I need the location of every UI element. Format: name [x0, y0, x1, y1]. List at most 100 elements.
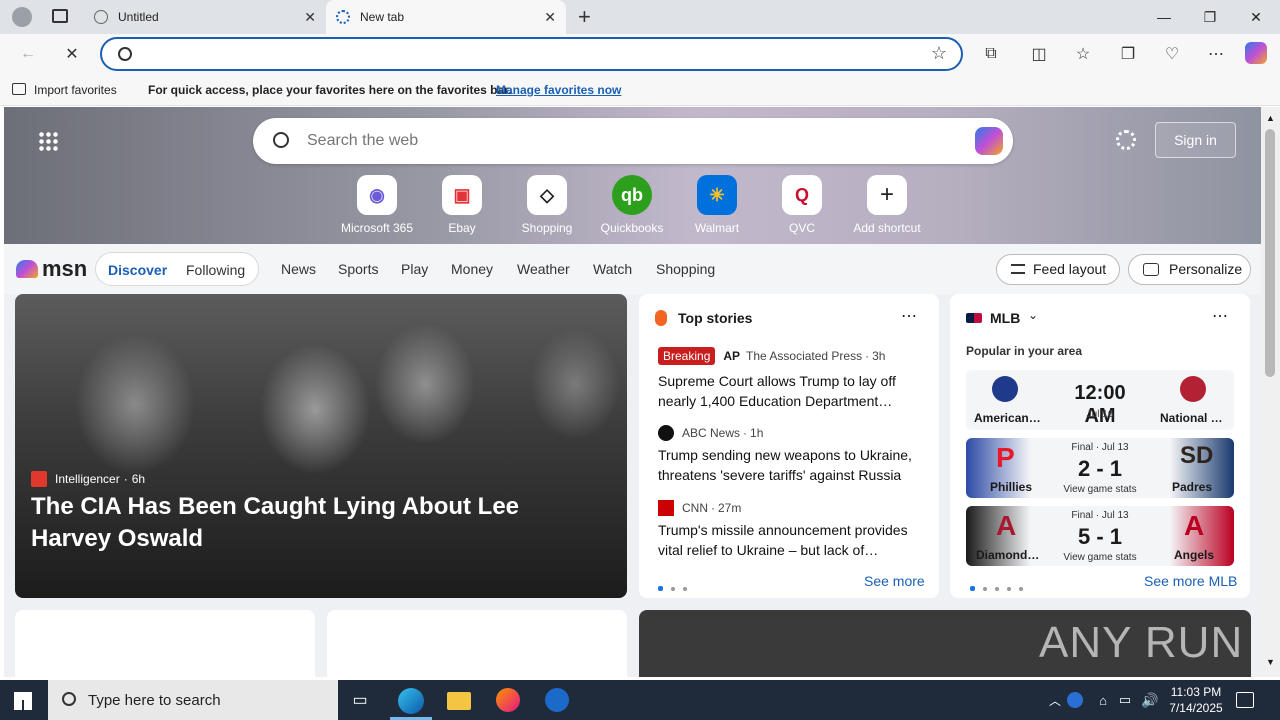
game-row[interactable]: American… 12:00 AM Jul 16 National …: [966, 370, 1234, 430]
edge-icon[interactable]: [398, 688, 424, 714]
file-explorer-icon[interactable]: [447, 692, 471, 710]
shortcut-ebay[interactable]: ▣ Ebay: [422, 175, 502, 235]
sign-in-button[interactable]: Sign in: [1155, 122, 1236, 158]
carousel-dots[interactable]: [970, 579, 1031, 594]
story-3[interactable]: CNN · 27m Trump's missile announcement p…: [658, 500, 923, 560]
profile-icon[interactable]: [12, 7, 32, 27]
scroll-up-icon[interactable]: ▲: [1266, 113, 1275, 123]
chevron-down-icon[interactable]: ⌄: [1028, 308, 1038, 322]
abc-news-icon: [658, 425, 674, 441]
extensions-icon[interactable]: ⧉: [979, 42, 1003, 66]
game-row[interactable]: P Phillies Final · Jul 13 2 - 1 View gam…: [966, 438, 1234, 498]
split-screen-icon[interactable]: ◫: [1027, 42, 1051, 66]
close-icon[interactable]: ✕: [304, 9, 316, 26]
view-game-stats-link[interactable]: View game stats: [1054, 552, 1146, 563]
feed-card[interactable]: [15, 610, 315, 677]
stop-icon[interactable]: ✕: [60, 42, 84, 66]
minimize-button[interactable]: —: [1141, 0, 1187, 34]
collections-icon[interactable]: ❐: [1116, 42, 1140, 66]
nav-sports[interactable]: Sports: [338, 261, 378, 277]
view-game-stats-link[interactable]: View game stats: [1054, 484, 1146, 495]
shortcut-walmart[interactable]: ✳ Walmart: [677, 175, 757, 235]
import-favorites-button[interactable]: Import favorites: [34, 83, 117, 97]
top-stories-title[interactable]: Top stories: [678, 310, 752, 326]
network-icon[interactable]: ▭: [1113, 688, 1137, 712]
copilot-icon[interactable]: [975, 127, 1003, 155]
game-row[interactable]: A Diamond… Final · Jul 13 5 - 1 View gam…: [966, 506, 1234, 566]
shortcut-quickbooks[interactable]: qb Quickbooks: [592, 175, 672, 235]
chevron-up-icon[interactable]: ︿: [1043, 688, 1067, 712]
shortcut-add[interactable]: + Add shortcut: [847, 175, 927, 235]
see-more-link[interactable]: See more: [864, 573, 925, 589]
address-bar[interactable]: ☆: [100, 37, 963, 71]
taskbar-search[interactable]: Type here to search: [48, 680, 338, 720]
feed-card[interactable]: ANY RUN: [639, 610, 1251, 677]
more-options-icon[interactable]: ⋯: [901, 306, 917, 326]
app-icon[interactable]: [545, 688, 569, 712]
title-bar: Untitled ✕ New tab ✕ + — ❐ ✕: [0, 0, 1280, 34]
story-2[interactable]: ABC News · 1h Trump sending new weapons …: [658, 425, 923, 485]
carousel-dots[interactable]: [658, 579, 695, 594]
notifications-icon[interactable]: [1236, 692, 1254, 708]
performance-icon[interactable]: ♡: [1160, 42, 1184, 66]
tab-untitled[interactable]: Untitled ✕: [84, 0, 326, 34]
address-input[interactable]: [142, 45, 922, 65]
feed-layout-button[interactable]: Feed layout: [996, 254, 1120, 285]
nav-weather[interactable]: Weather: [517, 261, 570, 277]
manage-favorites-link[interactable]: Manage favorites now: [496, 83, 621, 97]
team-name: Padres: [1172, 480, 1213, 494]
shortcut-qvc[interactable]: Q QVC: [762, 175, 842, 235]
apps-grid-icon[interactable]: [38, 131, 58, 151]
more-icon[interactable]: ⋯: [1204, 42, 1228, 66]
search-box[interactable]: [253, 118, 1013, 164]
search-input[interactable]: [307, 131, 907, 151]
settings-gear-icon[interactable]: [1116, 130, 1136, 150]
copilot-icon[interactable]: [1245, 42, 1267, 64]
nav-shopping[interactable]: Shopping: [656, 261, 715, 277]
nav-news[interactable]: News: [281, 261, 316, 277]
scroll-thumb[interactable]: [1265, 129, 1275, 377]
butterfly-icon: [16, 260, 38, 278]
star-icon[interactable]: ☆: [931, 43, 947, 64]
new-tab-button[interactable]: +: [578, 4, 591, 30]
close-window-button[interactable]: ✕: [1233, 0, 1279, 34]
team-name: Diamond…: [976, 548, 1040, 562]
msn-logo[interactable]: msn: [16, 256, 87, 282]
nav-money[interactable]: Money: [451, 261, 493, 277]
more-options-icon[interactable]: ⋯: [1212, 306, 1228, 326]
tab-following[interactable]: Following: [186, 262, 245, 278]
msn-nav-bar: msn Discover Following News Sports Play …: [4, 244, 1261, 294]
nav-play[interactable]: Play: [401, 261, 428, 277]
tray-device-icon[interactable]: ⌂: [1091, 688, 1115, 712]
firefox-icon[interactable]: [496, 688, 520, 712]
hero-story-card[interactable]: Intelligencer · 6h The CIA Has Been Caug…: [15, 294, 627, 598]
back-icon[interactable]: ←: [16, 42, 40, 66]
tab-discover[interactable]: Discover: [108, 262, 167, 278]
breaking-badge: Breaking: [658, 347, 716, 365]
qvc-icon: Q: [782, 175, 822, 215]
task-view-icon[interactable]: ▭: [348, 688, 372, 712]
padres-logo-icon: SD: [1180, 442, 1214, 469]
mlb-title[interactable]: MLB: [990, 310, 1020, 326]
tab-actions-icon[interactable]: [52, 9, 68, 23]
volume-icon[interactable]: 🔊: [1138, 688, 1162, 712]
vertical-scrollbar[interactable]: ▲ ▼: [1261, 107, 1280, 677]
scroll-down-icon[interactable]: ▼: [1266, 657, 1275, 667]
team-name: Angels: [1174, 548, 1215, 562]
feed-card[interactable]: [327, 610, 627, 677]
story-headline[interactable]: The CIA Has Been Caught Lying About Lee …: [31, 491, 601, 555]
see-more-mlb-link[interactable]: See more MLB: [1144, 573, 1237, 589]
windows-start-icon[interactable]: [14, 692, 32, 710]
msn-page: Sign in ◉ Microsoft 365 ▣ Ebay ◇ Shoppin…: [4, 107, 1261, 677]
shortcut-microsoft-365[interactable]: ◉ Microsoft 365: [337, 175, 417, 235]
tab-new-tab[interactable]: New tab ✕: [326, 0, 566, 34]
story-1[interactable]: Breaking AP The Associated Press · 3h Su…: [658, 347, 923, 411]
personalize-button[interactable]: Personalize: [1128, 254, 1251, 285]
close-icon[interactable]: ✕: [544, 9, 556, 26]
clock[interactable]: 11:03 PM 7/14/2025: [1166, 684, 1226, 716]
nav-watch[interactable]: Watch: [593, 261, 632, 277]
restore-button[interactable]: ❐: [1187, 0, 1233, 34]
shortcut-shopping[interactable]: ◇ Shopping: [507, 175, 587, 235]
tray-app-icon[interactable]: [1067, 692, 1083, 708]
favorites-icon[interactable]: ☆: [1071, 42, 1095, 66]
